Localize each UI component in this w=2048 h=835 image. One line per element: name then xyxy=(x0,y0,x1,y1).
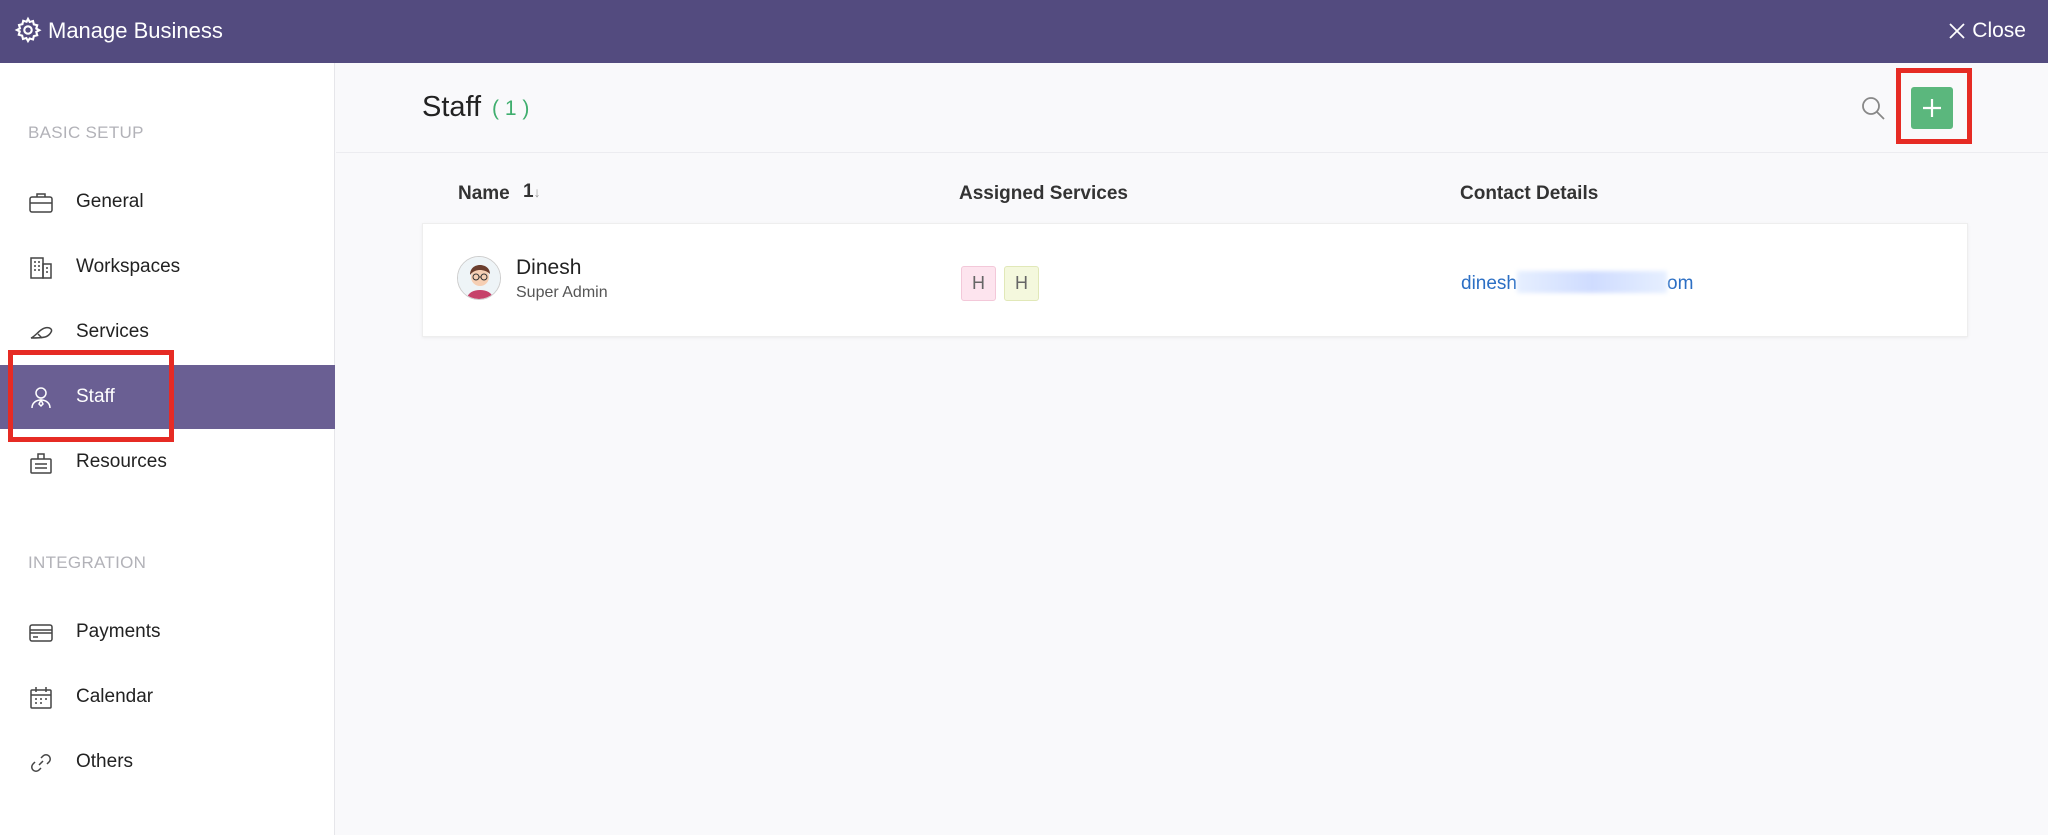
sidebar-item-label: Services xyxy=(76,321,149,342)
top-bar: Manage Business Close xyxy=(0,0,2048,63)
staff-role: Super Admin xyxy=(516,284,608,301)
sidebar-item-label: Others xyxy=(76,751,134,772)
highlight-box-staff xyxy=(8,350,174,442)
blurred-text xyxy=(1517,271,1667,293)
table-row[interactable]: Dinesh Super Admin H H dinesh om xyxy=(422,223,1968,337)
sidebar-item-label: General xyxy=(76,191,144,212)
page-header: Staff ( 1 ) xyxy=(336,63,2048,153)
sidebar-item-payments[interactable]: Payments xyxy=(0,600,335,664)
card-icon xyxy=(28,620,54,646)
gear-icon xyxy=(14,16,42,44)
column-header-name: Name xyxy=(458,183,510,204)
service-badge: H xyxy=(961,266,996,301)
section-basic-setup: BASIC SETUP xyxy=(28,123,144,142)
sort-glyph: 1 xyxy=(523,181,534,202)
section-integration: INTEGRATION xyxy=(28,553,147,572)
sort-name-button[interactable]: 1↓ xyxy=(523,181,541,203)
close-button[interactable]: Close xyxy=(1948,18,2026,44)
services-icon xyxy=(28,320,54,346)
sidebar-item-label: Resources xyxy=(76,451,167,472)
highlight-box-add xyxy=(1896,68,1972,144)
building-icon xyxy=(28,255,54,281)
sidebar-item-workspaces[interactable]: Workspaces xyxy=(0,235,335,299)
sort-arrow-icon: ↓ xyxy=(533,184,541,200)
email-start: dinesh xyxy=(1461,273,1517,294)
sidebar-item-calendar[interactable]: Calendar xyxy=(0,665,335,729)
close-icon xyxy=(1949,23,1965,39)
resources-icon xyxy=(28,450,54,476)
calendar-icon xyxy=(28,685,54,711)
sidebar-item-label: Workspaces xyxy=(76,256,181,277)
staff-email-link[interactable]: dinesh om xyxy=(1461,271,1693,295)
search-icon[interactable] xyxy=(1860,95,1886,121)
link-icon xyxy=(28,750,54,776)
email-end: om xyxy=(1667,273,1694,294)
sidebar-item-others[interactable]: Others xyxy=(0,730,335,794)
sidebar: BASIC SETUP General Workspaces Services … xyxy=(0,63,335,835)
sidebar-item-label: Calendar xyxy=(76,686,154,707)
app-title: Manage Business xyxy=(48,18,223,43)
briefcase-icon xyxy=(28,190,54,216)
sidebar-item-general[interactable]: General xyxy=(0,170,335,234)
avatar xyxy=(457,256,501,300)
column-header-contact: Contact Details xyxy=(1460,183,1599,204)
main-panel: Staff ( 1 ) Name 1↓ Assigned Services Co… xyxy=(336,63,2048,835)
close-label: Close xyxy=(1972,19,2026,42)
column-header-services: Assigned Services xyxy=(959,183,1128,204)
sidebar-item-label: Payments xyxy=(76,621,161,642)
staff-count: ( 1 ) xyxy=(492,97,530,120)
service-badge: H xyxy=(1004,266,1039,301)
page-title: Staff xyxy=(422,91,482,123)
staff-name: Dinesh xyxy=(516,256,582,279)
